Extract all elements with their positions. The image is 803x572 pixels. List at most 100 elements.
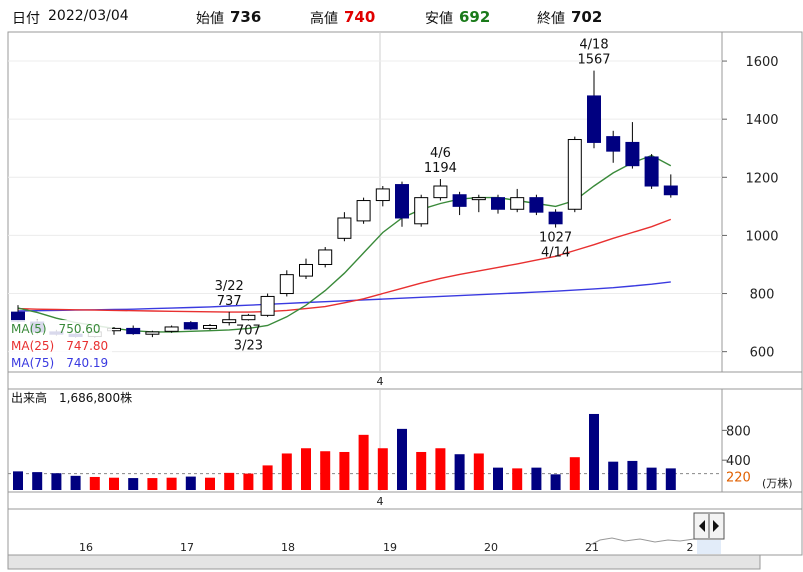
candle-body: [414, 197, 429, 225]
price-tick-label: 1000: [745, 229, 778, 244]
candle-body: [644, 156, 659, 187]
volume-bar: [454, 454, 465, 490]
candle-body: [395, 184, 409, 219]
navigator-day-label: 2: [687, 541, 694, 554]
volume-bar: [377, 448, 388, 490]
candle-body: [126, 327, 141, 335]
volume-bar: [13, 471, 23, 490]
navigator-frame: [7, 508, 803, 556]
price-tick-label: 1200: [745, 171, 778, 186]
volume-bar: [646, 467, 657, 490]
annotation-value: 1194: [424, 161, 457, 176]
volume-bar: [589, 413, 599, 490]
price-date-strip: [7, 371, 803, 390]
volume-bar: [109, 477, 119, 490]
volume-bar: [665, 468, 676, 490]
volume-bar: [243, 473, 254, 490]
price-tick-label: 800: [750, 288, 775, 303]
volume-bar: [32, 472, 43, 490]
annotation-label: 3/22: [215, 279, 244, 294]
candle-body: [471, 197, 486, 201]
volume-bar: [185, 476, 196, 490]
navigator-day-label: 16: [79, 541, 93, 554]
candle-body: [11, 311, 25, 322]
navigator-day-label: 20: [484, 541, 498, 554]
volume-date-strip: [7, 491, 803, 510]
volume-tick-label: 800: [726, 424, 751, 439]
candle-body: [241, 314, 256, 321]
volume-bar: [435, 448, 446, 490]
candle-body: [164, 326, 179, 332]
volume-bar: [473, 453, 484, 490]
volume-bar: [550, 474, 561, 490]
volume-bar: [627, 460, 638, 490]
price-tick-label: 600: [750, 346, 775, 361]
volume-legend: 出来高 1,686,800株: [11, 390, 132, 405]
candle-body: [356, 200, 371, 222]
candle-body: [567, 139, 582, 210]
navigator-day-label: 19: [383, 541, 397, 554]
volume-bar: [358, 434, 369, 490]
price-axis-frame: [721, 31, 803, 373]
ma5-legend: MA(5) 750.60: [11, 322, 101, 336]
annotation-value: 1027: [539, 231, 572, 246]
volume-unit-label: (万株): [762, 476, 793, 490]
candle-body: [491, 197, 505, 210]
annotation-label: 3/23: [234, 339, 263, 354]
navigator-window: [697, 540, 721, 554]
volume-bar: [224, 472, 235, 490]
volume-bar: [416, 451, 427, 490]
candle-body: [145, 331, 160, 335]
candle-body: [183, 322, 198, 330]
ma75-legend: MA(75) 740.19: [11, 356, 108, 370]
candle-body: [452, 194, 467, 207]
week-marker-price: 4: [377, 375, 384, 388]
volume-bar: [512, 468, 523, 490]
annotation-value: 737: [217, 294, 242, 309]
annotation-value: 1567: [577, 53, 610, 68]
navigator-day-label: 21: [585, 541, 599, 554]
price-tick-label: 1600: [745, 55, 778, 70]
volume-bar: [89, 476, 100, 490]
candle-body: [529, 197, 544, 213]
annotation-label: 4/6: [430, 146, 451, 161]
navigator-scrollbar: [7, 554, 761, 570]
ma25-legend: MA(25) 747.80: [11, 339, 108, 353]
annotation-value: 707: [236, 324, 261, 339]
volume-bar: [205, 477, 215, 490]
volume-bar: [493, 467, 503, 490]
stock-chart: 4 4 600 800 1000 1200 1400 1600 3/22737 7073/23 4/…: [7, 31, 803, 570]
candle-body: [510, 197, 525, 210]
volume-bar: [166, 477, 177, 490]
price-tick-label: 1400: [745, 113, 778, 128]
navigator-day-label: 17: [180, 541, 194, 554]
volume-bar: [320, 451, 331, 490]
volume-bar: [608, 461, 619, 490]
candle-body: [548, 211, 563, 225]
candle-body: [606, 136, 621, 152]
volume-bar: [147, 478, 158, 490]
volume-bar: [569, 457, 580, 490]
candle-body: [433, 185, 448, 199]
candle-body: [625, 141, 640, 167]
volume-bar: [70, 475, 81, 490]
volume-bar: [301, 448, 311, 490]
volume-tick-label: 400: [726, 454, 751, 469]
annotation-label: 4/18: [579, 38, 608, 53]
candle-body: [279, 274, 294, 295]
volume-bar: [128, 478, 139, 490]
volume-bar: [339, 451, 350, 490]
volume-bar: [397, 428, 407, 490]
candle-body: [337, 217, 352, 239]
candle-body: [318, 249, 333, 265]
navigator-day-label: 18: [281, 541, 295, 554]
candle-body: [299, 263, 313, 277]
volume-bar: [262, 465, 273, 490]
candle-body: [203, 325, 217, 329]
candle-body: [260, 295, 275, 316]
volume-bar: [281, 453, 292, 490]
volume-bar: [51, 473, 62, 490]
candle-body: [222, 319, 237, 324]
candle-body: [375, 188, 390, 202]
volume-bar: [531, 467, 542, 490]
